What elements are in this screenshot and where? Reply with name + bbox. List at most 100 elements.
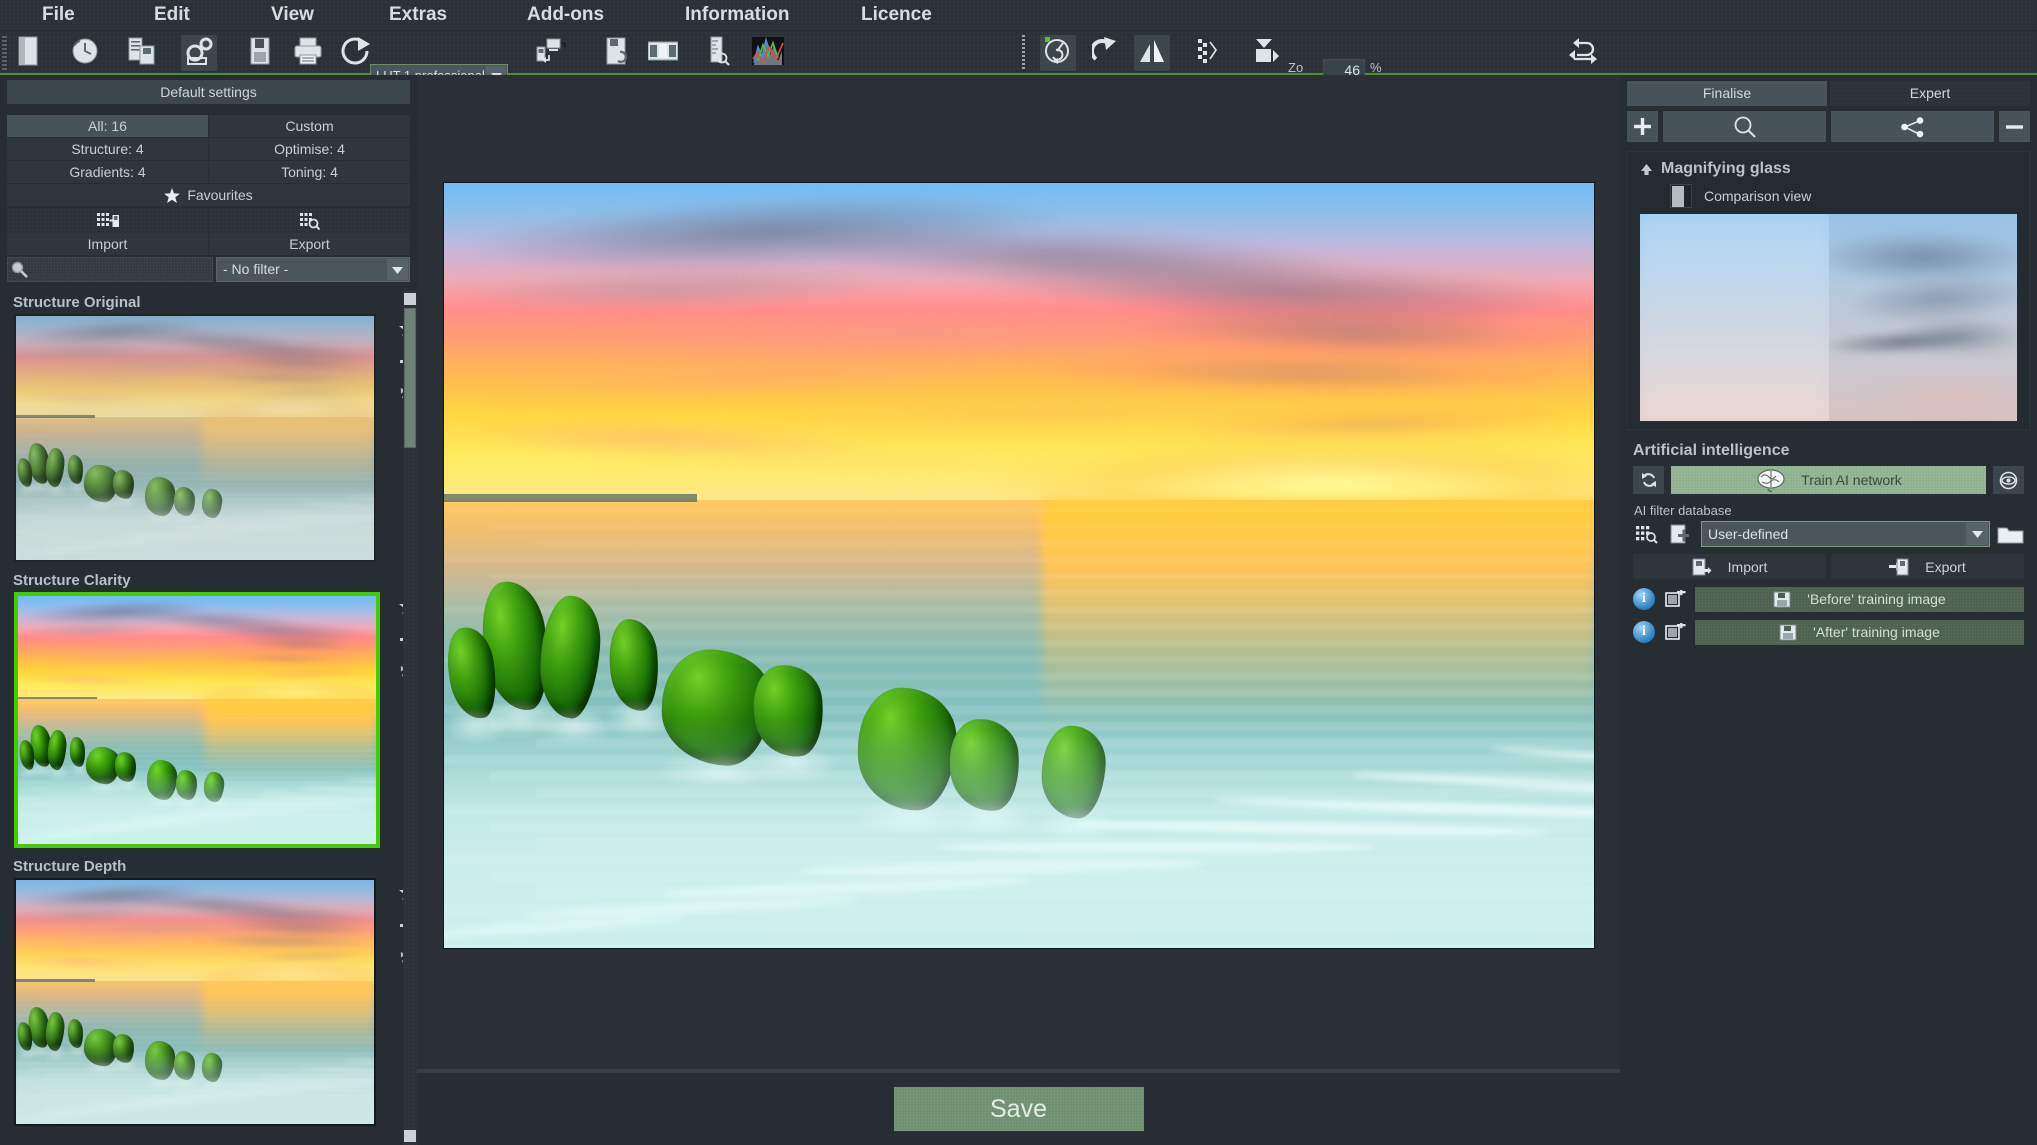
add-layer-button[interactable] — [1627, 111, 1658, 142]
toolbar-gripper[interactable] — [2, 36, 7, 70]
preset-thumbnail[interactable] — [14, 878, 376, 1126]
new-document-button[interactable] — [10, 35, 46, 71]
history-button[interactable] — [67, 35, 103, 71]
scroll-down-arrow[interactable] — [404, 1130, 416, 1142]
ai-export-button[interactable]: Export — [1831, 554, 2024, 579]
scrollbar-thumb[interactable] — [404, 308, 416, 448]
mirror-button[interactable] — [1134, 35, 1170, 71]
chevron-down-icon[interactable] — [387, 259, 408, 280]
noise-dither-icon — [1197, 38, 1219, 69]
after-training-row: i 'After' training image — [1627, 612, 2030, 645]
share-arrow-icon — [341, 36, 371, 70]
category-structure[interactable]: Structure: 4 — [7, 138, 208, 160]
export-icon-cell[interactable] — [209, 208, 410, 233]
preset-thumb-wrap — [14, 878, 416, 1126]
category-gradients[interactable]: Gradients: 4 — [7, 161, 208, 183]
default-settings-button[interactable]: Default settings — [7, 80, 410, 104]
ai-database-select[interactable]: User-defined — [1701, 521, 1990, 547]
batch-process-button[interactable] — [124, 35, 160, 71]
ai-refresh-button[interactable] — [1633, 466, 1664, 494]
transfer-button[interactable] — [533, 35, 569, 71]
grid-to-disk-icon — [96, 212, 119, 227]
category-grid: All: 16 Custom Structure: 4 Optimise: 4 Grad… — [7, 115, 410, 183]
print-button[interactable] — [290, 35, 326, 71]
tab-finalise[interactable]: Finalise — [1627, 81, 1827, 106]
ai-db-folder-button[interactable] — [1996, 521, 2024, 547]
preset-item[interactable]: Structure Depth — [0, 854, 416, 1132]
main-image-preview[interactable] — [443, 183, 1594, 948]
preset-item[interactable]: Structure Original — [0, 290, 416, 568]
save-button[interactable] — [242, 35, 278, 71]
category-optimise[interactable]: Optimise: 4 — [209, 138, 410, 160]
ai-db-add-button[interactable] — [1667, 521, 1695, 547]
search-input[interactable] — [7, 257, 213, 282]
node-graph-button[interactable] — [1831, 111, 1994, 142]
before-training-image-button[interactable]: 'Before' training image — [1695, 586, 2024, 612]
menu-item-edit[interactable]: Edit — [148, 2, 196, 28]
import-icon-cell[interactable] — [7, 208, 208, 233]
preset-thumbnail[interactable] — [14, 314, 376, 562]
gears-icon — [184, 36, 214, 71]
comparison-view-row[interactable]: Comparison view — [1628, 182, 2029, 214]
noise-button[interactable] — [1190, 35, 1226, 71]
menu-item-licence[interactable]: Licence — [855, 2, 938, 28]
presets-scrollbar[interactable] — [403, 290, 417, 1145]
import-button[interactable]: Import — [7, 233, 208, 255]
magnify-tool-button[interactable] — [1663, 111, 1826, 142]
copy-save-icon — [128, 37, 156, 70]
preset-thumbnail[interactable] — [14, 592, 380, 848]
ai-network-view-button[interactable] — [1993, 466, 2024, 494]
info-icon[interactable]: i — [1633, 621, 1655, 643]
info-icon[interactable]: i — [1633, 588, 1655, 610]
category-toning[interactable]: Toning: 4 — [209, 161, 410, 183]
redo-button[interactable] — [1088, 35, 1124, 71]
menu-item-extras[interactable]: Extras — [383, 2, 453, 28]
preset-title: Structure Original — [13, 294, 141, 311]
ai-import-button[interactable]: Import — [1633, 554, 1826, 579]
save-button[interactable]: Save — [893, 1087, 1144, 1131]
category-all[interactable]: All: 16 — [7, 115, 208, 137]
floppy-icon — [1779, 624, 1797, 640]
before-open-file-button[interactable] — [1661, 586, 1689, 612]
category-custom[interactable]: Custom — [209, 115, 410, 137]
color-wheel-button[interactable] — [1040, 35, 1076, 71]
comparison-view-checkbox[interactable] — [1670, 184, 1692, 208]
preset-title: Structure Clarity — [13, 572, 131, 589]
save-as-button[interactable] — [601, 35, 637, 71]
presets-scroll-area: Structure Original Structure Clarity Str… — [0, 290, 417, 1145]
menu-item-file[interactable]: File — [36, 2, 81, 28]
after-training-image-button[interactable]: 'After' training image — [1695, 619, 2024, 645]
train-ai-network-label: Train AI network — [1801, 472, 1902, 488]
rotate-button[interactable] — [1565, 35, 1601, 71]
after-open-file-button[interactable] — [1661, 619, 1689, 645]
application-window: File Edit View Extras Add-ons Information Lice… — [0, 0, 2037, 1145]
scroll-up-arrow[interactable] — [404, 293, 416, 305]
zoom-label: Zo — [1288, 60, 1304, 75]
ai-import-export-row: Import Export — [1627, 547, 2030, 579]
settings-button[interactable] — [181, 35, 217, 71]
export-button[interactable]: Export — [209, 233, 410, 255]
menu-item-view[interactable]: View — [265, 2, 320, 28]
star-icon — [164, 187, 181, 203]
filter-select[interactable]: - No filter - — [216, 257, 410, 282]
preset-item[interactable]: Structure Clarity — [0, 568, 416, 854]
share-button[interactable] — [338, 35, 374, 71]
histogram-button[interactable] — [750, 35, 786, 71]
canvas-area[interactable] — [417, 75, 1620, 1069]
remove-layer-button[interactable] — [1999, 111, 2030, 142]
train-ai-network-button[interactable]: Train AI network — [1671, 466, 1986, 494]
magnifying-glass-header[interactable]: Magnifying glass — [1628, 158, 2029, 182]
menu-item-add-ons[interactable]: Add-ons — [521, 2, 610, 28]
ai-db-search-button[interactable] — [1633, 521, 1661, 547]
ai-export-label: Export — [1925, 558, 1966, 575]
ai-filter-database-label: AI filter database — [1634, 503, 1732, 518]
filter-select-value: - No filter - — [223, 261, 289, 277]
menu-item-information[interactable]: Information — [679, 2, 796, 28]
panorama-button[interactable] — [645, 35, 681, 71]
refresh-cycle-icon — [1641, 473, 1656, 487]
tab-expert[interactable]: Expert — [1830, 81, 2030, 106]
measure-button[interactable] — [700, 35, 736, 71]
magnifier-preview[interactable] — [1640, 214, 2017, 421]
chevron-down-icon[interactable] — [1966, 523, 1988, 545]
favourites-button[interactable]: Favourites — [7, 184, 410, 206]
